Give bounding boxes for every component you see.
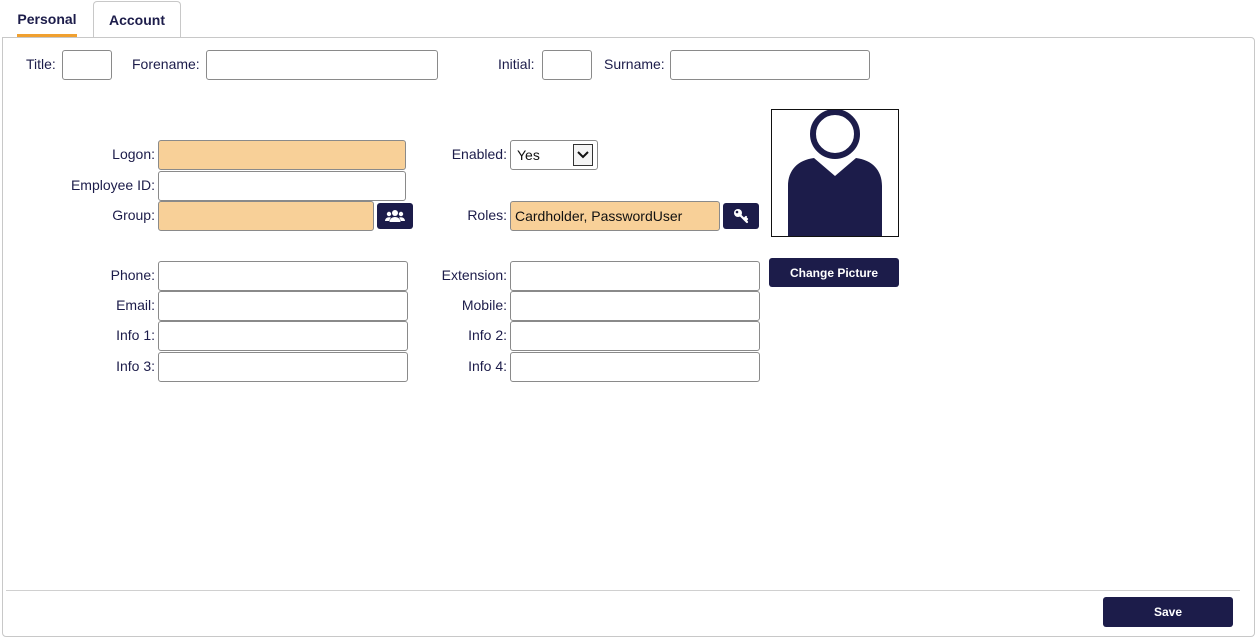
info1-input[interactable] bbox=[158, 321, 408, 351]
logon-input[interactable] bbox=[158, 140, 406, 170]
email-label: Email: bbox=[116, 297, 155, 313]
enabled-select-value: Yes bbox=[517, 147, 540, 163]
logon-label: Logon: bbox=[112, 146, 155, 162]
footer-divider bbox=[6, 590, 1240, 591]
info1-label: Info 1: bbox=[116, 327, 155, 343]
tab-account[interactable]: Account bbox=[93, 1, 181, 37]
initial-input[interactable] bbox=[542, 50, 592, 80]
email-input[interactable] bbox=[158, 291, 408, 321]
change-picture-button[interactable]: Change Picture bbox=[769, 258, 899, 287]
employee-id-label: Employee ID: bbox=[70, 177, 155, 193]
enabled-select[interactable]: Yes bbox=[510, 140, 598, 170]
mobile-label: Mobile: bbox=[461, 297, 507, 313]
profile-picture bbox=[771, 109, 899, 237]
title-label: Title: bbox=[26, 56, 56, 72]
group-label: Group: bbox=[112, 207, 155, 223]
roles-picker-button[interactable] bbox=[723, 203, 759, 229]
tab-personal-label: Personal bbox=[17, 11, 77, 27]
chevron-down-icon bbox=[573, 144, 593, 166]
info4-input[interactable] bbox=[510, 352, 760, 382]
employee-id-input[interactable] bbox=[158, 171, 406, 201]
save-button[interactable]: Save bbox=[1103, 597, 1233, 627]
tab-personal[interactable]: Personal bbox=[4, 1, 90, 37]
save-label: Save bbox=[1153, 605, 1183, 619]
title-input[interactable] bbox=[62, 50, 112, 80]
info2-label: Info 2: bbox=[468, 327, 507, 343]
users-icon bbox=[385, 210, 405, 222]
initial-label: Initial: bbox=[498, 56, 535, 72]
mobile-input[interactable] bbox=[510, 291, 760, 321]
info2-input[interactable] bbox=[510, 321, 760, 351]
info3-input[interactable] bbox=[158, 352, 408, 382]
enabled-label: Enabled: bbox=[451, 146, 507, 162]
extension-input[interactable] bbox=[510, 261, 760, 291]
roles-label: Roles: bbox=[467, 207, 507, 223]
person-silhouette-icon bbox=[788, 110, 882, 236]
extension-label: Extension: bbox=[441, 267, 507, 283]
group-input[interactable] bbox=[158, 201, 374, 231]
surname-label: Surname: bbox=[604, 56, 665, 72]
info3-label: Info 3: bbox=[116, 358, 155, 374]
phone-label: Phone: bbox=[110, 267, 155, 283]
key-icon bbox=[734, 209, 749, 224]
change-picture-label: Change Picture bbox=[789, 265, 879, 280]
surname-input[interactable] bbox=[670, 50, 870, 80]
roles-input[interactable] bbox=[510, 201, 720, 231]
forename-input[interactable] bbox=[206, 50, 438, 80]
phone-input[interactable] bbox=[158, 261, 408, 291]
tab-account-label: Account bbox=[109, 11, 165, 28]
forename-label: Forename: bbox=[132, 56, 200, 72]
group-picker-button[interactable] bbox=[377, 203, 413, 229]
info4-label: Info 4: bbox=[468, 358, 507, 374]
